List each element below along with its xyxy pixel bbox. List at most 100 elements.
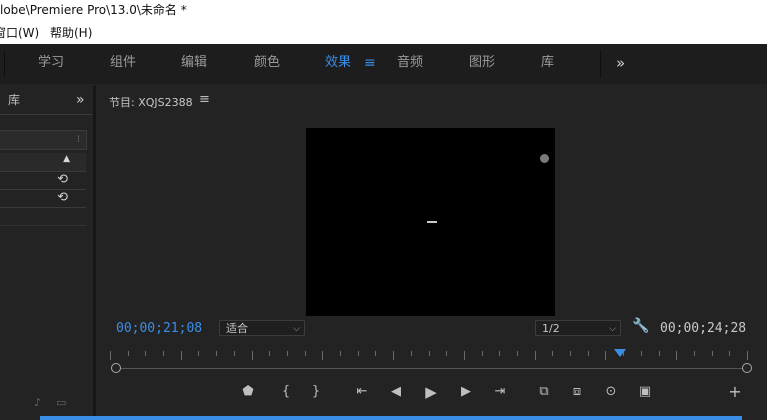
chevron-down-icon: ⌵ [293, 324, 300, 334]
menu-bar: 窗口(W) 帮助(H) [0, 22, 767, 44]
list-item[interactable]: ⟲ [0, 189, 86, 208]
ruler-tick [747, 351, 748, 360]
ruler-tick [110, 351, 111, 360]
workspace-tab-learn[interactable]: 学习 [38, 44, 64, 84]
center-mark-icon [427, 221, 437, 223]
menu-help[interactable]: 帮助(H) [50, 22, 92, 44]
zoom-bar-start-handle[interactable] [111, 363, 121, 373]
ruler-tick [163, 351, 164, 356]
collapse-triangle-icon[interactable]: ▲ [63, 154, 70, 164]
step-forward-icon[interactable]: ▶ [457, 383, 475, 401]
play-icon[interactable]: ▶ [422, 383, 440, 401]
ruler-tick [198, 351, 199, 356]
resize-grip-icon: ⁝ [76, 134, 80, 145]
playhead[interactable] [614, 349, 626, 357]
ruler-tick [499, 351, 500, 356]
ruler-tick [605, 351, 606, 360]
workspace-menu-icon[interactable]: ≡ [364, 44, 376, 84]
zoom-bar-end-handle[interactable] [742, 363, 752, 373]
workspace-overflow-icon[interactable]: » [616, 44, 625, 84]
current-timecode[interactable]: 00;00;21;08 [116, 321, 202, 336]
ruler-tick [181, 351, 182, 360]
wrench-icon[interactable]: 🔧 [632, 318, 649, 334]
ruler-tick [128, 351, 129, 356]
left-panel-list: ▲ ⟲ ⟲ [0, 153, 86, 235]
ruler-tick [446, 351, 447, 356]
mark-in-icon[interactable]: { [277, 383, 295, 401]
ruler-tick [393, 351, 394, 360]
left-panel-search-input[interactable]: ⁝ [0, 130, 87, 150]
fit-select[interactable]: 适合 ⌵ [219, 320, 305, 336]
ruler-tick [252, 351, 253, 360]
fit-select-value: 适合 [226, 322, 248, 335]
workspace-divider [4, 50, 5, 78]
ruler-tick [464, 351, 465, 360]
ruler-tick [712, 351, 713, 356]
insert-icon[interactable]: ⧉ [535, 383, 553, 401]
compare-icon[interactable]: ▣ [636, 383, 654, 401]
ruler-tick [411, 351, 412, 356]
go-to-in-icon[interactable]: ⇤ [353, 383, 371, 401]
menu-window[interactable]: 窗口(W) [0, 22, 39, 44]
ruler-tick [482, 351, 483, 356]
duration-timecode: 00;00;24;28 [660, 321, 747, 336]
program-monitor-title: 节目: XQJS2388 [109, 96, 193, 109]
ruler-tick [641, 351, 642, 356]
left-panel-overflow-icon[interactable]: » [76, 86, 85, 114]
mark-out-icon[interactable]: } [307, 383, 325, 401]
reset-icon[interactable]: ⟲ [57, 171, 68, 189]
window-title: lobe\Premiere Pro\13.0\未命名 * [0, 3, 187, 17]
add-marker-icon[interactable]: ⬟ [239, 383, 257, 401]
list-item[interactable]: ⟲ [0, 171, 86, 190]
workspace-tab-audio[interactable]: 音频 [397, 44, 423, 84]
ruler-tick [358, 351, 359, 356]
ruler-tick [535, 351, 536, 360]
folder-icon[interactable]: ▭ [56, 396, 66, 409]
resolution-select-value: 1/2 [542, 322, 560, 335]
ruler-tick [694, 351, 695, 356]
ruler-tick [269, 351, 270, 356]
workspace-tab-color[interactable]: 颜色 [254, 44, 280, 84]
ruler-tick [216, 351, 217, 356]
left-panel-title: 库 [8, 93, 21, 107]
left-panel-header: 库 » [0, 86, 93, 114]
window-titlebar: lobe\Premiere Pro\13.0\未命名 * [0, 0, 767, 22]
ruler-tick [570, 351, 571, 356]
reset-icon[interactable]: ⟲ [57, 189, 68, 207]
ruler-tick [340, 351, 341, 356]
zoom-bar-track[interactable] [116, 368, 747, 369]
ruler-tick [588, 351, 589, 356]
workspace-tab-libraries[interactable]: 库 [541, 44, 554, 84]
ruler-tick [375, 351, 376, 356]
ruler-tick [322, 351, 323, 360]
ruler-tick [305, 351, 306, 356]
step-back-icon[interactable]: ◀ [387, 383, 405, 401]
time-ruler[interactable] [110, 351, 748, 363]
workspace-tab-assembly[interactable]: 组件 [110, 44, 136, 84]
audio-note-icon[interactable]: ♪ [34, 396, 41, 409]
ruler-tick [659, 351, 660, 356]
workspace-tab-editing[interactable]: 编辑 [181, 44, 207, 84]
workspace-bar: 学习 组件 编辑 颜色 效果 ≡ 音频 图形 库 » [0, 44, 767, 84]
go-to-out-icon[interactable]: ⇥ [491, 383, 509, 401]
ruler-tick [234, 351, 235, 356]
add-button-icon[interactable]: + [726, 383, 744, 401]
list-item[interactable] [0, 207, 86, 226]
workspace-tab-effects[interactable]: 效果 [325, 44, 351, 84]
video-preview[interactable] [306, 128, 555, 316]
ruler-tick [676, 351, 677, 360]
ruler-tick [429, 351, 430, 356]
ruler-tick [517, 351, 518, 356]
active-panel-indicator [40, 416, 742, 420]
overwrite-icon[interactable]: ⧈ [568, 383, 586, 401]
ruler-tick [145, 351, 146, 356]
ruler-tick [729, 351, 730, 356]
resolution-select[interactable]: 1/2 ⌵ [535, 320, 621, 336]
workspace-tab-graphics[interactable]: 图形 [469, 44, 495, 84]
export-frame-icon[interactable]: ⊙ [602, 383, 620, 401]
left-panel-header-divider [0, 114, 93, 115]
panel-menu-icon[interactable]: ≡ [199, 92, 210, 107]
ruler-tick [287, 351, 288, 356]
list-item[interactable]: ▲ [0, 153, 86, 172]
light-spot-icon [540, 154, 549, 163]
